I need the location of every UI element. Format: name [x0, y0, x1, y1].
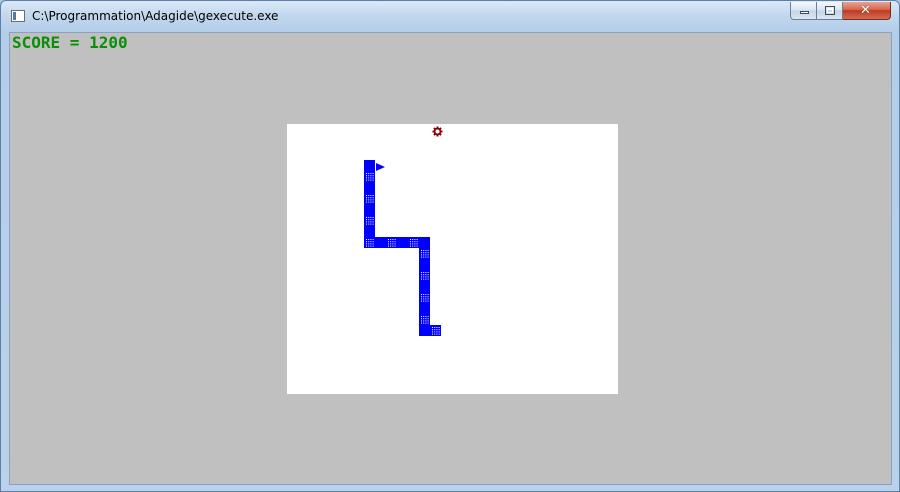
snake-segment [386, 237, 397, 248]
snake-segment [408, 237, 419, 248]
app-window: C:\Programmation\Adagide\gexecute.exe ✕ … [0, 0, 900, 492]
board-canvas [364, 126, 443, 336]
snake-segment [419, 325, 430, 336]
close-icon: ✕ [860, 3, 871, 18]
game-board[interactable] [287, 124, 618, 394]
snake-head-segment [364, 160, 375, 171]
snake-segment [419, 270, 430, 281]
snake-segment [419, 237, 430, 248]
minimize-button[interactable] [790, 2, 817, 20]
maximize-icon [825, 6, 835, 15]
snake-segment [364, 226, 375, 237]
snake-segment [375, 237, 386, 248]
snake-direction-arrow-icon [376, 163, 385, 171]
title-bar[interactable]: C:\Programmation\Adagide\gexecute.exe ✕ [1, 1, 899, 32]
minimize-icon [800, 11, 809, 14]
game-client-area[interactable]: SCORE = 1200 [9, 32, 892, 485]
snake-segment [419, 281, 430, 292]
snake-segment [419, 292, 430, 303]
snake-segment [364, 215, 375, 226]
snake-segment [364, 237, 375, 248]
food-icon [432, 126, 443, 137]
snake-segment [364, 171, 375, 182]
snake-segment [364, 182, 375, 193]
snake-segment [419, 314, 430, 325]
maximize-button[interactable] [817, 2, 843, 20]
window-title: C:\Programmation\Adagide\gexecute.exe [32, 9, 279, 23]
snake-segment [364, 204, 375, 215]
snake-segment [364, 193, 375, 204]
snake-segment [430, 325, 441, 336]
app-icon[interactable] [11, 10, 25, 22]
snake-segment [419, 303, 430, 314]
snake-segment [397, 237, 408, 248]
snake-segment [419, 259, 430, 270]
score-display: SCORE = 1200 [12, 33, 128, 52]
snake-segment [419, 248, 430, 259]
close-button[interactable]: ✕ [843, 2, 891, 20]
